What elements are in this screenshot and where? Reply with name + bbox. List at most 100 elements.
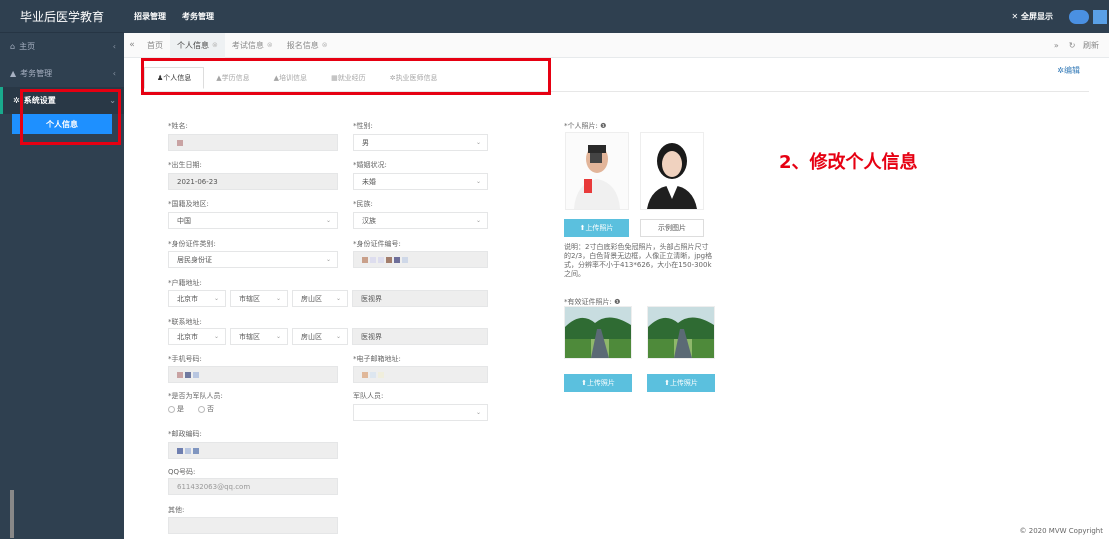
fullscreen-label: 全屏显示 <box>1021 12 1053 21</box>
other-label: 其他: <box>168 506 185 514</box>
tab-home[interactable]: 首页 <box>140 33 170 58</box>
hukou-district1-select[interactable]: 市辖区 ⌄ <box>230 290 288 307</box>
qq-label: QQ号码: <box>168 468 196 476</box>
contact-city-value: 北京市 <box>177 332 198 341</box>
contact-district2-value: 房山区 <box>301 332 322 341</box>
chevron-down-icon: ⌄ <box>275 333 281 340</box>
marital-label: *婚姻状况: <box>353 161 387 169</box>
contact-address-label: *联系地址: <box>168 318 202 326</box>
contact-district1-value: 市辖区 <box>239 332 260 341</box>
military-label: *是否为军队人员: <box>168 392 223 400</box>
landscape-road-image <box>565 307 631 358</box>
blurred-text <box>402 256 408 263</box>
chevron-down-icon: ⌄ <box>475 217 481 224</box>
close-icon[interactable]: ⊗ <box>267 41 273 49</box>
email-label: *电子邮箱地址: <box>353 355 401 363</box>
marital-select[interactable]: 未婚 ⌄ <box>353 173 488 190</box>
blurred-text <box>185 447 191 454</box>
highlight-box-subtabs <box>141 58 551 95</box>
page-tabs: « 首页 个人信息 ⊗ 考试信息 ⊗ 报名信息 ⊗ » ↻ 刷新 <box>124 32 1109 58</box>
sidebar-item-home[interactable]: ⌂ 主页 ‹ <box>0 33 124 60</box>
edit-label: 编辑 <box>1064 66 1080 75</box>
graduation-cap-icon: ▲ <box>10 69 17 78</box>
id-number-field[interactable] <box>353 251 488 268</box>
id-type-select[interactable]: 居民身份证 ⌄ <box>168 251 338 268</box>
marital-value: 未婚 <box>362 177 376 186</box>
hukou-district2-select[interactable]: 房山区 ⌄ <box>292 290 348 307</box>
ethnicity-select[interactable]: 汉族 ⌄ <box>353 212 488 229</box>
close-icon[interactable]: ⊗ <box>212 41 218 49</box>
blurred-text <box>362 256 368 263</box>
military-yes-radio[interactable]: 是 <box>168 404 184 414</box>
military-type-select[interactable]: ⌄ <box>353 404 488 421</box>
contact-detail-field[interactable]: 医视界 <box>352 328 488 345</box>
hukou-city-value: 北京市 <box>177 294 198 303</box>
close-icon[interactable]: ⊗ <box>322 41 328 49</box>
person-photo-image <box>566 133 628 209</box>
hukou-detail-field[interactable]: 医视界 <box>352 290 488 307</box>
birth-date-field[interactable]: 2021-06-23 <box>168 173 338 190</box>
tab-label: 考试信息 <box>231 40 264 50</box>
hukou-district2-value: 房山区 <box>301 294 322 303</box>
contact-district2-select[interactable]: 房山区 ⌄ <box>292 328 348 345</box>
upload-personal-photo-button[interactable]: ⬆ 上传照片 <box>564 219 629 237</box>
military-no-radio[interactable]: 否 <box>198 404 214 414</box>
info-icon: ❶ <box>600 122 607 130</box>
country-select[interactable]: 中国 ⌄ <box>168 212 338 229</box>
name-field[interactable] <box>168 134 338 151</box>
edit-button[interactable]: ✲编辑 <box>1057 65 1080 76</box>
other-field[interactable] <box>168 517 338 534</box>
topmenu-exam[interactable]: 考务管理 <box>182 11 214 22</box>
example-photo <box>640 132 704 210</box>
military-yes-label: 是 <box>177 405 184 413</box>
sidebar: 毕业后医学教育 ⌂ 主页 ‹ ▲ 考务管理 ‹ ✲ 系统设置 ⌄ 个人信息 <box>0 0 124 539</box>
sidebar-scrollbar[interactable] <box>10 490 14 538</box>
tab-registration-info[interactable]: 报名信息 ⊗ <box>280 33 335 58</box>
contact-district1-select[interactable]: 市辖区 ⌄ <box>230 328 288 345</box>
top-navbar: 招录管理 考务管理 ✕ 全屏显示 <box>124 0 1109 33</box>
home-icon: ⌂ <box>10 42 16 51</box>
country-value: 中国 <box>177 216 191 225</box>
fullscreen-button[interactable]: ✕ 全屏显示 <box>1012 11 1054 22</box>
highlight-box-sidebar <box>20 89 121 145</box>
example-photo-button[interactable]: 示例图片 <box>640 219 704 237</box>
tab-exam-info[interactable]: 考试信息 ⊗ <box>225 33 280 58</box>
app-brand: 毕业后医学教育 <box>0 0 124 33</box>
blurred-text <box>362 371 368 378</box>
tab-personal-info[interactable]: 个人信息 ⊗ <box>170 32 225 58</box>
avatar[interactable] <box>1069 9 1089 24</box>
qq-field[interactable]: 611432063@qq.com <box>168 478 338 495</box>
upload-label: 上传照片 <box>586 379 615 387</box>
example-person-image <box>641 133 703 209</box>
topmenu-recruitment[interactable]: 招录管理 <box>134 11 166 22</box>
upload-id-photo-back-button[interactable]: ⬆ 上传照片 <box>647 374 715 392</box>
contact-city-select[interactable]: 北京市 ⌄ <box>168 328 226 345</box>
chevron-down-icon: ⌄ <box>475 178 481 185</box>
id-photo-back <box>647 306 715 359</box>
id-number-label: *身份证件编号: <box>353 240 401 248</box>
upload-id-photo-front-button[interactable]: ⬆ 上传照片 <box>564 374 632 392</box>
postal-field[interactable] <box>168 442 338 459</box>
personal-photo-label: *个人照片: ❶ <box>564 121 606 131</box>
blurred-text <box>193 447 199 454</box>
chevron-down-icon: ⌄ <box>275 295 281 302</box>
tabs-scroll-right-icon[interactable]: » <box>1054 41 1059 50</box>
blurred-text <box>177 447 183 454</box>
blurred-text <box>370 371 376 378</box>
info-icon: ❶ <box>614 298 621 306</box>
military-no-label: 否 <box>207 405 214 413</box>
chevron-down-icon: ⌄ <box>213 333 219 340</box>
gender-label: *性别: <box>353 122 373 130</box>
sidebar-item-label: 主页 <box>19 42 36 51</box>
tab-label: 个人信息 <box>177 40 209 50</box>
chevron-down-icon: ⌄ <box>213 295 219 302</box>
email-field[interactable] <box>353 366 488 383</box>
gender-select[interactable]: 男 ⌄ <box>353 134 488 151</box>
sidebar-item-exam-management[interactable]: ▲ 考务管理 ‹ <box>0 60 124 87</box>
hukou-city-select[interactable]: 北京市 ⌄ <box>168 290 226 307</box>
tabs-scroll-left-icon[interactable]: « <box>124 40 140 50</box>
phone-field[interactable] <box>168 366 338 383</box>
refresh-button[interactable]: ↻ 刷新 <box>1069 40 1104 51</box>
user-menu-icon[interactable] <box>1093 9 1107 24</box>
footer-copyright: © 2020 MVW Copyright <box>1019 527 1103 535</box>
